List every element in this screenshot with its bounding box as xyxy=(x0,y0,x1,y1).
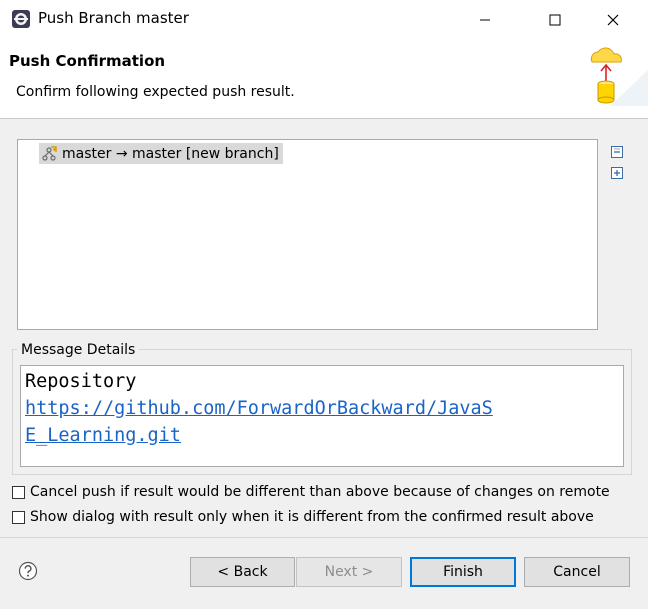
cancel-button-label: Cancel xyxy=(553,564,601,580)
repository-link-line1[interactable]: https://github.com/ForwardOrBackward/Jav… xyxy=(25,395,623,422)
tree-item[interactable]: master → master [new branch] xyxy=(39,143,283,164)
back-button-label: < Back xyxy=(217,564,268,580)
next-button-label: Next > xyxy=(324,564,374,580)
maximize-icon xyxy=(549,14,561,26)
title-bar: Push Branch master xyxy=(0,0,648,40)
message-repository-label: Repository xyxy=(25,371,137,392)
cancel-push-checkbox[interactable] xyxy=(12,485,25,499)
tree-item-label: master → master [new branch] xyxy=(62,145,279,162)
minimize-button[interactable] xyxy=(462,0,508,40)
window-title: Push Branch master xyxy=(38,9,189,27)
push-result-tree[interactable]: master → master [new branch] xyxy=(17,139,598,330)
wizard-header: Push Confirmation Confirm following expe… xyxy=(0,40,648,118)
header-divider xyxy=(0,118,648,119)
show-dialog-option[interactable]: Show dialog with result only when it is … xyxy=(12,509,594,525)
show-dialog-label: Show dialog with result only when it is … xyxy=(30,509,594,525)
finish-button[interactable]: Finish xyxy=(410,557,516,587)
show-dialog-checkbox[interactable] xyxy=(12,510,25,524)
close-button[interactable] xyxy=(590,0,636,40)
message-details-label: Message Details xyxy=(17,342,140,358)
footer-divider xyxy=(0,537,648,538)
push-to-cloud-icon xyxy=(590,47,648,106)
help-icon[interactable] xyxy=(18,561,38,581)
cancel-push-option[interactable]: Cancel push if result would be different… xyxy=(12,484,610,500)
collapse-all-icon[interactable] xyxy=(609,144,625,160)
repository-link-line2[interactable]: E_Learning.git xyxy=(25,422,181,449)
page-subtitle: Confirm following expected push result. xyxy=(16,84,295,100)
minimize-icon xyxy=(480,19,490,21)
cancel-button[interactable]: Cancel xyxy=(524,557,630,587)
cancel-push-label: Cancel push if result would be different… xyxy=(30,484,610,500)
eclipse-icon xyxy=(12,10,30,28)
next-button[interactable]: Next > xyxy=(296,557,402,587)
back-button[interactable]: < Back xyxy=(190,557,295,587)
maximize-button[interactable] xyxy=(532,0,578,40)
message-details-text[interactable]: Repository https://github.com/ForwardOrB… xyxy=(20,365,624,467)
expand-all-icon[interactable] xyxy=(609,165,625,181)
page-title: Push Confirmation xyxy=(9,52,166,70)
branch-icon xyxy=(42,145,57,161)
finish-button-label: Finish xyxy=(443,564,483,580)
close-icon xyxy=(607,14,619,26)
